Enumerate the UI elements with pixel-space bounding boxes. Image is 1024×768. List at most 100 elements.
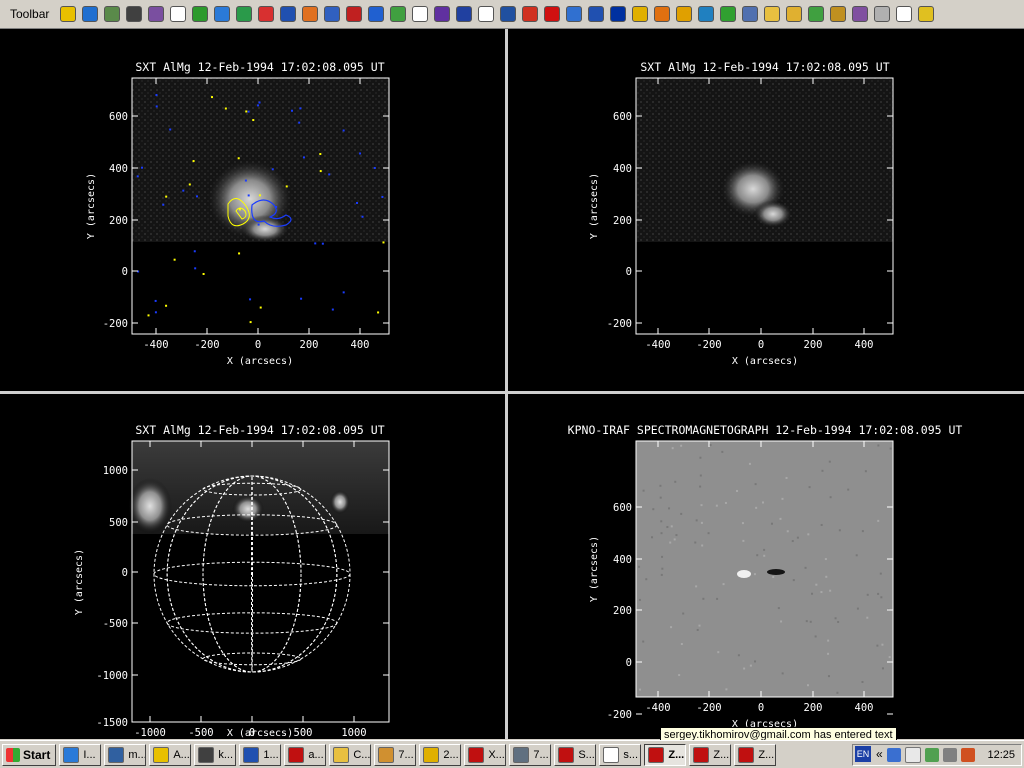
green-arrow-icon[interactable]	[720, 6, 737, 22]
music-icon[interactable]	[236, 6, 253, 22]
task-button[interactable]: 7...	[374, 743, 417, 766]
sun-icon[interactable]	[676, 6, 693, 22]
speckle-point	[661, 555, 664, 558]
task-button[interactable]: A...	[149, 743, 192, 766]
swirl-icon[interactable]	[522, 6, 539, 22]
calendar-icon[interactable]	[412, 6, 429, 22]
recycle-icon[interactable]	[390, 6, 407, 22]
grid-icon[interactable]	[456, 6, 473, 22]
task-button[interactable]: I...	[59, 743, 102, 766]
volume-tray-icon[interactable]	[905, 747, 922, 763]
lifebuoy-icon[interactable]	[258, 6, 275, 22]
speckle-point	[792, 579, 795, 582]
task-button[interactable]: 2...	[419, 743, 462, 766]
y-tick-label: 200	[109, 215, 128, 227]
chat-tray-icon[interactable]	[925, 748, 940, 762]
x-tick-label: -400	[143, 339, 168, 351]
speckle-point	[825, 575, 828, 578]
task-button[interactable]: S...	[554, 743, 597, 766]
blue-ball-icon[interactable]	[368, 6, 385, 22]
contour-point	[154, 299, 157, 302]
book-icon[interactable]	[852, 6, 869, 22]
clock2-icon[interactable]	[830, 6, 847, 22]
speckle-point	[675, 534, 678, 537]
task-button[interactable]: a...	[284, 743, 327, 766]
x-axis-label: X (arcsecs)	[732, 356, 798, 367]
sxt-overlay-panel: -400 -200 0 200 400 600 400 200 0 -200 SXT AlMg 1…	[0, 29, 505, 391]
game-icon[interactable]	[808, 6, 825, 22]
at-icon[interactable]	[654, 6, 671, 22]
chart-icon[interactable]	[104, 6, 121, 22]
speckle-point	[669, 541, 672, 544]
network-icon[interactable]	[500, 6, 517, 22]
close-x-icon[interactable]	[610, 6, 627, 22]
speckle-point	[743, 667, 746, 670]
red-circle-icon[interactable]	[346, 6, 363, 22]
speckle-point	[642, 640, 645, 643]
desktop-icon[interactable]	[896, 6, 913, 22]
flower-icon[interactable]	[192, 6, 209, 22]
photo-icon[interactable]	[566, 6, 583, 22]
contour-point	[194, 267, 197, 270]
word-icon[interactable]	[280, 6, 297, 22]
terminal-icon[interactable]	[126, 6, 143, 22]
y-tick-label: 600	[613, 502, 632, 514]
task-button[interactable]: s...	[599, 743, 642, 766]
speckle-point	[722, 583, 725, 586]
y-tick-label: -1500	[96, 717, 128, 729]
task-button[interactable]: Z...	[689, 743, 732, 766]
clock-icon[interactable]	[148, 6, 165, 22]
speckle-point	[694, 541, 697, 544]
pin-icon[interactable]	[324, 6, 341, 22]
task-button[interactable]: 7...	[509, 743, 552, 766]
x-tick-label: 0	[758, 702, 764, 714]
task-button[interactable]: k...	[194, 743, 237, 766]
speckle-point	[829, 589, 832, 592]
window-icon[interactable]	[478, 6, 495, 22]
contour-point	[300, 297, 303, 300]
plot-window: -400 -200 0 200 400 600 400 200 0 -200 SXT AlMg 1…	[0, 29, 1024, 739]
trophy-icon[interactable]	[786, 6, 803, 22]
taskbar: Start I... m... A... k... 1... a... C... 7... 2.…	[0, 740, 1024, 768]
red-dot-icon[interactable]	[544, 6, 561, 22]
x-axis-label: X (arcsecs)	[227, 356, 293, 367]
task-button[interactable]: C...	[329, 743, 372, 766]
ie-icon[interactable]	[214, 6, 231, 22]
x-tick-label: -400	[645, 339, 670, 351]
speckle-point	[824, 558, 827, 561]
task-button[interactable]: Z...	[644, 743, 687, 766]
globe-icon[interactable]	[82, 6, 99, 22]
speckle-point	[699, 485, 702, 488]
start-button[interactable]: Start	[2, 743, 57, 766]
contour-point	[249, 298, 252, 301]
speckle-point	[815, 583, 818, 586]
speckle-point	[881, 667, 884, 670]
folder-icon[interactable]	[764, 6, 781, 22]
x-icon	[288, 746, 305, 763]
camera-icon[interactable]	[742, 6, 759, 22]
task-label: A...	[173, 748, 190, 761]
cd-icon[interactable]	[874, 6, 891, 22]
speckle-point	[642, 489, 645, 492]
earth-icon[interactable]	[698, 6, 715, 22]
speckle-point	[781, 497, 784, 500]
network-tray-icon[interactable]	[887, 748, 902, 762]
task-button[interactable]: Z...	[734, 743, 777, 766]
pen-icon[interactable]	[434, 6, 451, 22]
doc-icon[interactable]	[588, 6, 605, 22]
task-button[interactable]: 1...	[239, 743, 282, 766]
speckle-point	[670, 525, 673, 528]
y-tick-label: -200	[607, 318, 632, 330]
folder-icon	[333, 746, 350, 763]
settings-tray-icon[interactable]	[943, 748, 958, 762]
a-icon[interactable]	[60, 6, 77, 22]
chat-icon[interactable]	[170, 6, 187, 22]
y-tick-label: 200	[613, 215, 632, 227]
keys-icon[interactable]	[632, 6, 649, 22]
triangle-icon[interactable]	[918, 6, 935, 22]
task-button[interactable]: X...	[464, 743, 507, 766]
firefox-icon[interactable]	[302, 6, 319, 22]
task-button[interactable]: m...	[104, 743, 147, 766]
clock[interactable]: 12:25	[987, 749, 1015, 761]
app-tray-icon[interactable]	[961, 748, 976, 762]
